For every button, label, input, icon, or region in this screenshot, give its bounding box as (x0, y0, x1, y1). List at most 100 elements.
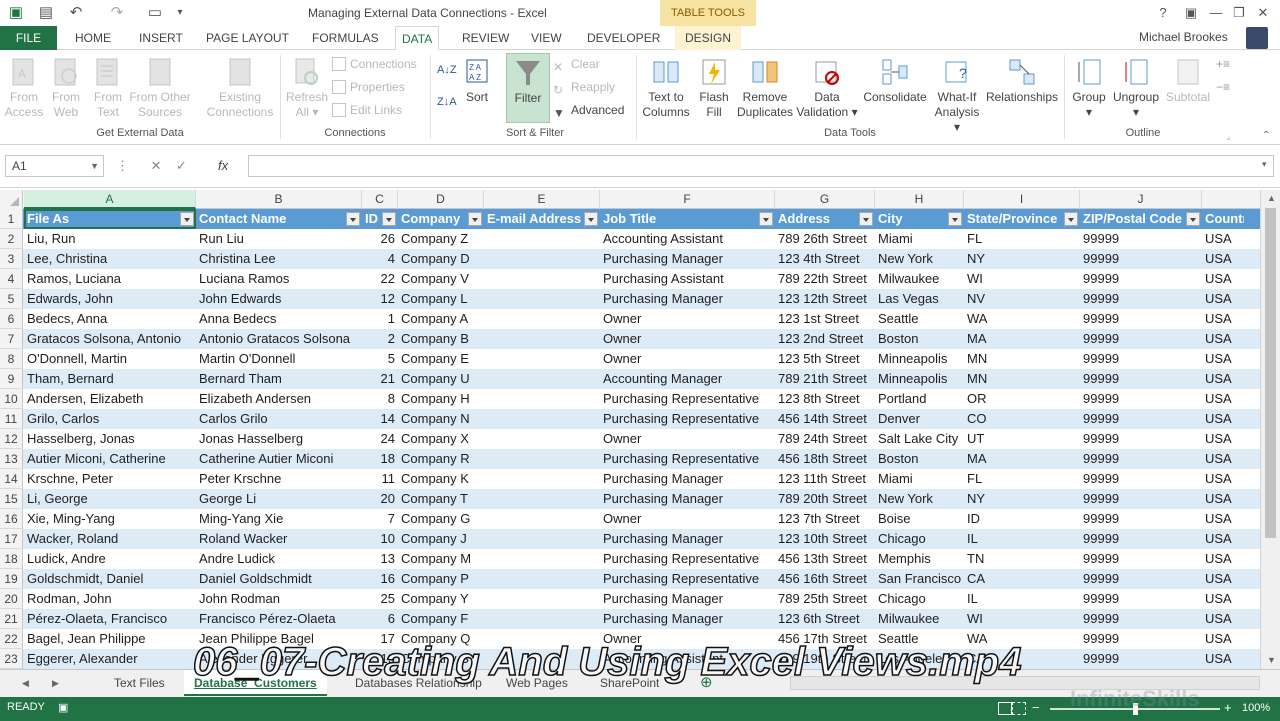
group-button[interactable]: Group ▾ (1068, 56, 1110, 120)
table-cell[interactable]: Company X (398, 429, 484, 449)
table-cell[interactable]: Purchasing Manager (600, 249, 775, 269)
table-cell[interactable]: USA (1202, 609, 1260, 629)
table-cell[interactable]: Tham, Bernard (24, 369, 196, 389)
table-cell[interactable]: 99999 (1080, 549, 1202, 569)
table-cell[interactable]: 789 25th Street (775, 589, 875, 609)
table-cell[interactable] (484, 389, 600, 409)
advanced-filter-button[interactable]: ▼ Advanced (553, 100, 624, 120)
table-cell[interactable]: Chicago (875, 529, 964, 549)
table-cell[interactable]: Memphis (875, 549, 964, 569)
table-cell[interactable]: 123 12th Street (775, 289, 875, 309)
sort-z-to-a-icon[interactable]: Z↓A (437, 92, 457, 112)
tab-file[interactable]: FILE (0, 26, 57, 50)
table-cell[interactable] (484, 609, 600, 629)
table-cell[interactable]: Accounting Assistant (600, 229, 775, 249)
table-cell[interactable]: USA (1202, 589, 1260, 609)
table-cell[interactable]: USA (1202, 649, 1260, 669)
table-cell[interactable]: USA (1202, 409, 1260, 429)
table-cell[interactable]: Purchasing Representative (600, 409, 775, 429)
row-number[interactable]: 21 (0, 609, 23, 629)
table-cell[interactable]: 123 8th Street (775, 389, 875, 409)
table-cell[interactable]: USA (1202, 489, 1260, 509)
table-cell[interactable]: Roland Wacker (196, 529, 362, 549)
scroll-down-icon[interactable]: ▼ (1267, 655, 1276, 665)
table-cell[interactable]: John Edwards (196, 289, 362, 309)
table-cell[interactable]: Pérez-Olaeta, Francisco (24, 609, 196, 629)
table-cell[interactable]: 6 (362, 609, 398, 629)
table-cell[interactable]: Company K (398, 469, 484, 489)
table-cell[interactable]: San Francisco (875, 569, 964, 589)
header-cell[interactable]: File As (24, 209, 180, 229)
table-cell[interactable]: 789 26th Street (775, 229, 875, 249)
table-cell[interactable]: USA (1202, 369, 1260, 389)
column-header-f[interactable]: F (600, 190, 775, 209)
column-header-b[interactable]: B (196, 190, 362, 209)
table-cell[interactable]: Accounting Manager (600, 369, 775, 389)
sheet-prev-icon[interactable]: ◀ (22, 678, 29, 689)
table-cell[interactable]: 123 2nd Street (775, 329, 875, 349)
row-number[interactable]: 6 (0, 309, 23, 329)
table-cell[interactable]: Company V (398, 269, 484, 289)
table-cell[interactable]: FL (964, 229, 1080, 249)
table-cell[interactable]: USA (1202, 569, 1260, 589)
hide-detail-icon[interactable]: −≡ (1216, 77, 1230, 97)
column-header-a[interactable]: A (24, 190, 196, 209)
table-cell[interactable]: 10 (362, 529, 398, 549)
select-all-button[interactable] (0, 190, 23, 209)
from-web-button[interactable]: From Web (46, 56, 86, 120)
table-cell[interactable] (484, 289, 600, 309)
row-number[interactable]: 23 (0, 649, 23, 669)
edit-links-button[interactable]: Edit Links (332, 100, 402, 120)
table-cell[interactable]: Andersen, Elizabeth (24, 389, 196, 409)
table-cell[interactable] (484, 529, 600, 549)
table-cell[interactable]: Seattle (875, 309, 964, 329)
table-cell[interactable]: MA (964, 329, 1080, 349)
avatar[interactable] (1246, 27, 1268, 49)
row-number[interactable]: 7 (0, 329, 23, 349)
table-cell[interactable]: Boston (875, 329, 964, 349)
table-cell[interactable]: 99999 (1080, 329, 1202, 349)
table-cell[interactable]: 1 (362, 309, 398, 329)
table-cell[interactable]: Rodman, John (24, 589, 196, 609)
table-cell[interactable]: 456 13th Street (775, 549, 875, 569)
header-cell[interactable]: E-mail Address (484, 209, 584, 229)
table-cell[interactable]: TN (964, 549, 1080, 569)
table-cell[interactable]: Purchasing Manager (600, 589, 775, 609)
column-header-e[interactable]: E (484, 190, 600, 209)
subtotal-button[interactable]: Subtotal (1162, 56, 1214, 105)
more-icon[interactable]: ⋮ (116, 158, 129, 173)
filter-dropdown-icon[interactable] (759, 212, 773, 226)
table-cell[interactable] (484, 589, 600, 609)
header-cell[interactable]: City (875, 209, 948, 229)
table-cell[interactable]: John Rodman (196, 589, 362, 609)
show-detail-icon[interactable]: +≡ (1216, 54, 1230, 74)
table-cell[interactable]: 99999 (1080, 449, 1202, 469)
table-cell[interactable]: Jonas Hasselberg (196, 429, 362, 449)
table-cell[interactable]: Lee, Christina (24, 249, 196, 269)
table-cell[interactable]: Company N (398, 409, 484, 429)
table-cell[interactable]: Portland (875, 389, 964, 409)
table-cell[interactable]: 13 (362, 549, 398, 569)
table-cell[interactable]: 8 (362, 389, 398, 409)
table-cell[interactable]: Company L (398, 289, 484, 309)
table-cell[interactable]: USA (1202, 229, 1260, 249)
table-cell[interactable]: NY (964, 249, 1080, 269)
table-cell[interactable]: 99999 (1080, 609, 1202, 629)
table-cell[interactable]: Ming-Yang Xie (196, 509, 362, 529)
table-cell[interactable]: New York (875, 249, 964, 269)
table-cell[interactable]: Purchasing Manager (600, 289, 775, 309)
table-cell[interactable]: 123 6th Street (775, 609, 875, 629)
filter-dropdown-icon[interactable] (1064, 212, 1078, 226)
from-other-sources-button[interactable]: From Other Sources (128, 56, 192, 120)
table-cell[interactable]: WI (964, 609, 1080, 629)
table-cell[interactable]: ID (964, 509, 1080, 529)
table-cell[interactable]: NV (964, 289, 1080, 309)
table-cell[interactable]: Owner (600, 309, 775, 329)
table-cell[interactable]: Krschne, Peter (24, 469, 196, 489)
row-number[interactable]: 9 (0, 369, 23, 389)
table-cell[interactable]: Owner (600, 349, 775, 369)
sort-button[interactable]: Z AA Z Sort (458, 56, 496, 105)
consolidate-button[interactable]: Consolidate (860, 56, 930, 105)
table-cell[interactable]: 123 10th Street (775, 529, 875, 549)
table-cell[interactable]: USA (1202, 429, 1260, 449)
